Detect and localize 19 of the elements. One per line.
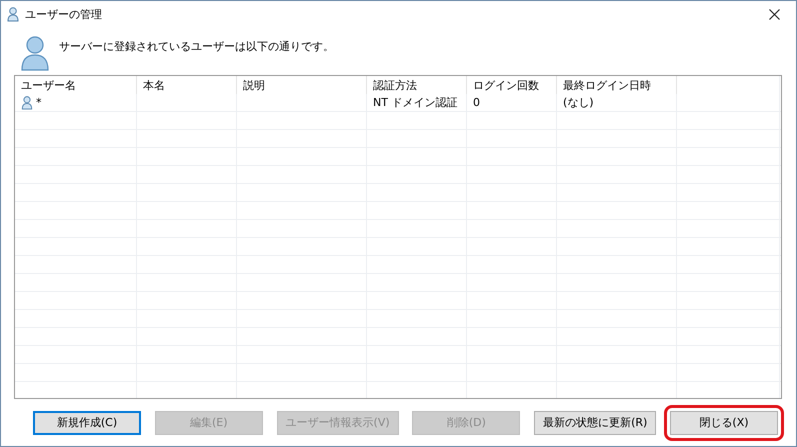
window-title: ユーザーの管理	[25, 6, 102, 22]
table-cell: NT ドメイン認証	[373, 95, 458, 110]
table-cell: *	[36, 96, 42, 109]
column-header[interactable]: 最終ログイン日時	[557, 76, 677, 94]
column-header[interactable]: 説明	[237, 76, 367, 94]
column-header[interactable]: ログイン回数	[467, 76, 557, 94]
dialog-button[interactable]: 閉じる(X)	[670, 410, 778, 434]
dialog-button[interactable]: 新規作成(C)	[33, 410, 141, 434]
table-cell: (なし)	[563, 95, 594, 110]
close-icon	[769, 8, 780, 20]
column-header[interactable]: 本名	[137, 76, 237, 94]
column-header[interactable]: ユーザー名	[15, 76, 137, 94]
user-icon	[21, 35, 49, 71]
table-cell: 0	[473, 96, 480, 109]
message-text: サーバーに登録されているユーザーは以下の通りです。	[59, 39, 334, 54]
user-icon	[21, 96, 33, 110]
column-header[interactable]: 認証方法	[367, 76, 467, 94]
user-icon	[7, 6, 19, 22]
dialog-button[interactable]: 最新の状態に更新(R)	[534, 410, 656, 434]
